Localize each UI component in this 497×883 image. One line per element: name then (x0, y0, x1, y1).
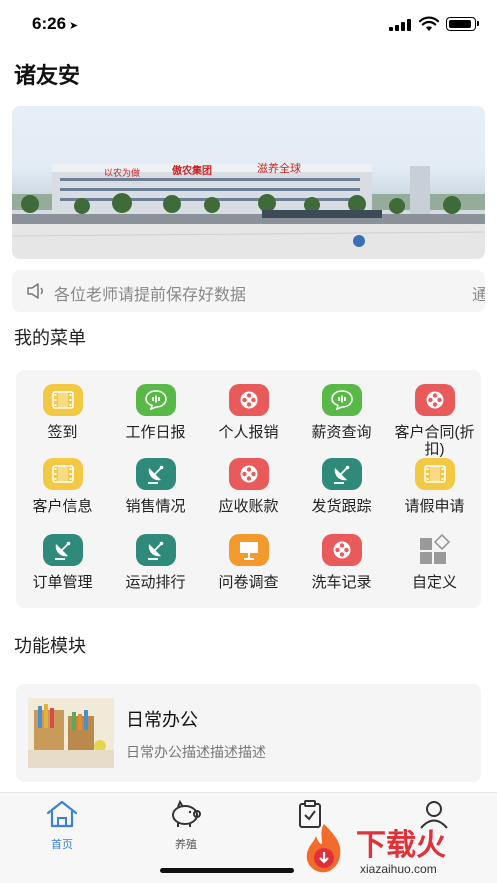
watermark: 下载火 xiazaihuo.com (296, 818, 496, 880)
status-time: 6:26 ➤ (32, 14, 78, 34)
speaker-icon (27, 283, 43, 299)
modules-section-title: 功能模块 (14, 636, 86, 656)
presentation-icon (228, 534, 269, 566)
satellite-dish-icon (321, 458, 362, 490)
reel-icon (414, 384, 455, 416)
module-title: 日常办公 (126, 710, 198, 730)
tab-breeding[interactable]: 养殖 (156, 799, 216, 852)
menu-item-label: 请假申请 (404, 498, 465, 515)
satellite-dish-icon (135, 458, 176, 490)
menu-section-title: 我的菜单 (14, 328, 86, 348)
menu-item-label: 问卷调查 (218, 574, 279, 591)
menu-item-label: 自定义 (411, 574, 457, 591)
menu-item-4[interactable]: 薪资查询 (295, 384, 388, 441)
notice-bar[interactable]: 各位老师请提前保存好数据 通知 (12, 270, 485, 312)
reel-icon (228, 458, 269, 490)
wifi-icon (419, 16, 439, 31)
module-description: 日常办公描述描述描述 (126, 744, 266, 760)
menu-item-2[interactable]: 工作日报 (109, 384, 202, 441)
film-icon (414, 458, 455, 490)
menu-item-label: 客户信息 (32, 498, 93, 515)
menu-item-10[interactable]: 请假申请 (388, 458, 481, 515)
tab-home[interactable]: 首页 (32, 799, 92, 852)
menu-item-3[interactable]: 个人报销 (202, 384, 295, 441)
reel-icon (228, 384, 269, 416)
film-icon (42, 458, 83, 490)
menu-grid: 签到 工作日报 个人报销 薪资查询 客户合同(折扣) 客户信息 销售情况 应收账款 发货跟踪 请假… (16, 370, 481, 608)
menu-item-label: 客户合同(折扣) (394, 424, 475, 458)
banner-sign-center: 傲农集团 (172, 164, 212, 177)
chat-bubble-icon (135, 384, 176, 416)
custom-grid-icon (415, 534, 455, 566)
menu-item-label: 薪资查询 (311, 424, 372, 441)
menu-item-label: 洗车记录 (311, 574, 372, 591)
status-bar: 6:26 ➤ (0, 0, 497, 50)
menu-item-label: 签到 (47, 424, 78, 441)
menu-item-label: 发货跟踪 (311, 498, 372, 515)
film-icon (42, 384, 83, 416)
banner-sign-right: 滋养全球 (257, 161, 301, 175)
banner-sign-left: 以农为做 (104, 167, 140, 179)
banner-carousel[interactable]: 以农为做 傲农集团 滋养全球 (12, 106, 485, 259)
menu-item-13[interactable]: 问卷调查 (202, 534, 295, 591)
menu-item-label: 订单管理 (32, 574, 93, 591)
menu-item-label: 个人报销 (218, 424, 279, 441)
menu-item-14[interactable]: 洗车记录 (295, 534, 388, 591)
menu-item-label: 应收账款 (218, 498, 279, 515)
menu-item-label: 运动排行 (125, 574, 186, 591)
page-title: 诸友安 (14, 63, 81, 88)
satellite-dish-icon (42, 534, 83, 566)
menu-item-8[interactable]: 应收账款 (202, 458, 295, 515)
satellite-dish-icon (135, 534, 176, 566)
location-arrow-icon: ➤ (69, 20, 79, 32)
cellular-signal-icon (389, 19, 411, 31)
home-indicator[interactable] (160, 868, 294, 873)
tab-breeding-label: 养殖 (175, 839, 197, 851)
watermark-url: xiazaihuo.com (360, 862, 437, 876)
menu-item-15[interactable]: 自定义 (388, 534, 481, 591)
menu-item-11[interactable]: 订单管理 (16, 534, 109, 591)
watermark-flame-logo (306, 824, 341, 873)
menu-item-6[interactable]: 客户信息 (16, 458, 109, 515)
menu-item-5[interactable]: 客户合同(折扣) (388, 384, 481, 458)
menu-item-label: 工作日报 (125, 424, 186, 441)
piggy-icon (172, 799, 201, 827)
menu-item-1[interactable]: 签到 (16, 384, 109, 441)
chat-bubble-icon (321, 384, 362, 416)
home-icon (46, 800, 78, 828)
notice-text: 各位老师请提前保存好数据 (54, 287, 247, 304)
banner-image: 以农为做 傲农集团 滋养全球 (12, 161, 485, 259)
status-time-text: 6:26 (32, 14, 67, 33)
module-card-daily-office[interactable]: 日常办公 日常办公描述描述描述 (16, 684, 481, 782)
carousel-indicator-dot[interactable] (353, 235, 365, 247)
notice-text-next: 通知 (472, 287, 485, 304)
menu-item-label: 销售情况 (125, 498, 186, 515)
battery-icon (446, 17, 479, 31)
menu-item-7[interactable]: 销售情况 (109, 458, 202, 515)
tab-home-label: 首页 (51, 839, 73, 851)
watermark-text: 下载火 (356, 828, 446, 863)
reel-icon (321, 534, 362, 566)
module-thumbnail (28, 698, 114, 768)
menu-item-9[interactable]: 发货跟踪 (295, 458, 388, 515)
menu-item-12[interactable]: 运动排行 (109, 534, 202, 591)
